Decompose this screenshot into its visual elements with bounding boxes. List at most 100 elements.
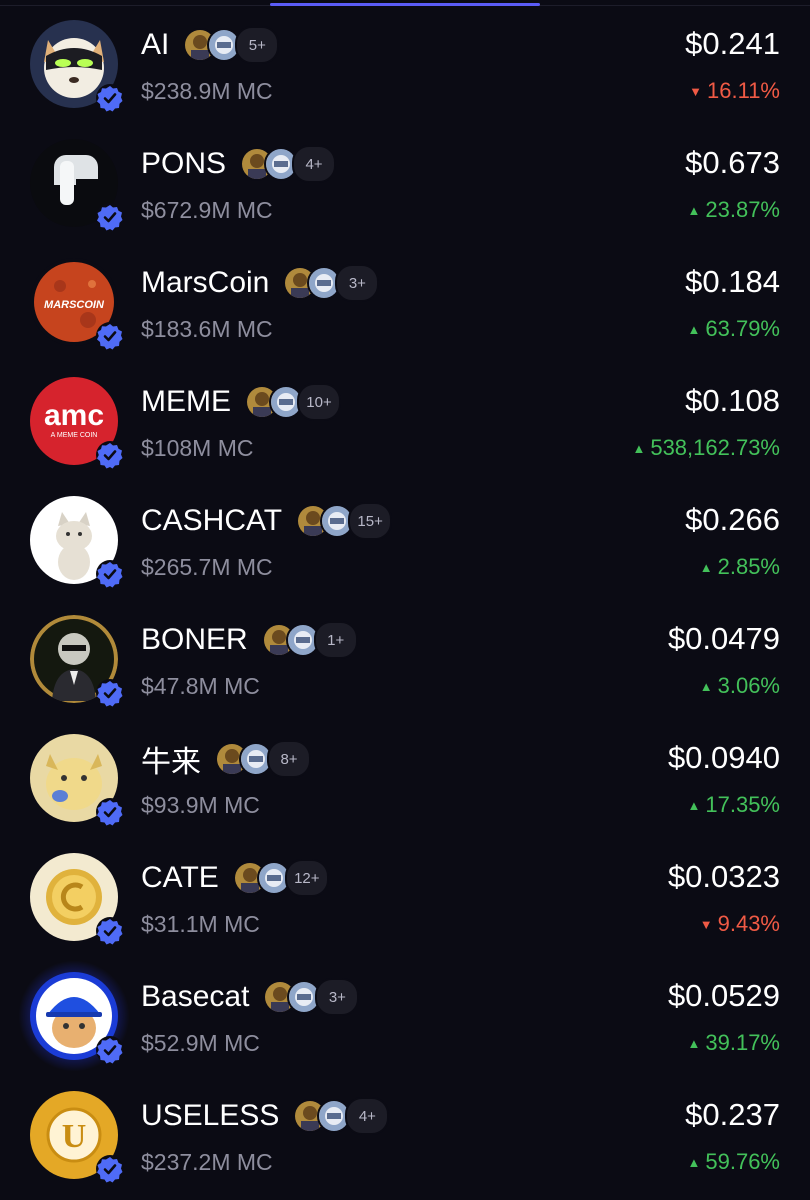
price-change: ▲ 59.76% xyxy=(688,1149,781,1175)
holders-more-count: 4+ xyxy=(292,145,337,183)
market-cap: $183.6M MC xyxy=(141,316,273,342)
verified-badge-icon xyxy=(96,441,124,469)
holder-avatars[interactable]: 3+ xyxy=(283,264,380,302)
market-cap: $52.9M MC xyxy=(141,1030,260,1056)
token-row[interactable]: MARSCOIN MarsCoin 3+ $183.6M MC $0.184 ▲… xyxy=(0,244,810,363)
price-change: ▲ 23.87% xyxy=(688,197,781,223)
holders-more-count: 4+ xyxy=(345,1097,390,1135)
token-price: $0.673 xyxy=(685,145,780,180)
verified-badge-icon xyxy=(96,322,124,350)
change-arrow-icon: ▼ xyxy=(699,916,713,932)
holder-avatars[interactable]: 10+ xyxy=(245,383,341,421)
market-cap: $237.2M MC xyxy=(141,1149,273,1175)
svg-text:A MEME COIN: A MEME COIN xyxy=(51,432,98,439)
change-percent: 39.17% xyxy=(705,1030,780,1055)
verified-badge-icon xyxy=(96,798,124,826)
svg-text:U: U xyxy=(62,1118,87,1155)
price-change: ▼ 16.11% xyxy=(689,78,780,104)
change-arrow-icon: ▲ xyxy=(687,1035,701,1051)
token-price: $0.237 xyxy=(685,1097,780,1132)
token-row[interactable]: CATE 12+ $31.1M MC $0.0323 ▼ 9.43% xyxy=(0,839,810,958)
verified-badge-icon xyxy=(96,203,124,231)
verified-badge-icon xyxy=(96,1155,124,1183)
verified-badge-icon xyxy=(96,679,124,707)
verified-badge-icon xyxy=(96,1036,124,1064)
holder-avatars[interactable]: 4+ xyxy=(240,145,337,183)
token-name: MarsCoin xyxy=(141,266,270,299)
token-name: 牛来 xyxy=(141,746,201,779)
change-arrow-icon: ▼ xyxy=(689,83,703,99)
holders-more-count: 12+ xyxy=(284,859,329,897)
token-row[interactable]: 牛来 8+ $93.9M MC $0.0940 ▲ 17.35% xyxy=(0,720,810,839)
change-percent: 538,162.73% xyxy=(650,435,780,460)
change-percent: 9.43% xyxy=(717,911,780,936)
token-price: $0.266 xyxy=(685,502,780,537)
price-change: ▲ 63.79% xyxy=(688,316,781,342)
price-change: ▲ 2.85% xyxy=(700,554,780,580)
token-price: $0.0323 xyxy=(667,859,780,894)
holders-more-count: 5+ xyxy=(235,26,280,64)
holder-avatars[interactable]: 15+ xyxy=(296,502,393,540)
change-arrow-icon: ▲ xyxy=(687,321,701,337)
holder-avatars[interactable]: 4+ xyxy=(293,1097,390,1135)
token-avatar[interactable] xyxy=(30,496,124,588)
token-price: $0.108 xyxy=(685,383,780,418)
holders-more-count: 1+ xyxy=(313,621,358,659)
holders-more-count: 8+ xyxy=(267,740,311,778)
market-cap: $47.8M MC xyxy=(141,673,260,699)
change-arrow-icon: ▲ xyxy=(699,678,713,694)
holder-avatars[interactable]: 5+ xyxy=(183,26,280,64)
token-name: USELESS xyxy=(141,1099,280,1132)
market-cap: $108M MC xyxy=(141,435,254,461)
change-arrow-icon: ▲ xyxy=(687,1154,701,1170)
token-name: Basecat xyxy=(141,980,250,1013)
token-price: $0.241 xyxy=(685,26,780,61)
token-name: CATE xyxy=(141,861,219,894)
token-avatar[interactable] xyxy=(30,615,124,707)
price-change: ▲ 538,162.73% xyxy=(632,435,780,461)
change-percent: 17.35% xyxy=(705,792,780,817)
token-row[interactable]: AI 5+ $238.9M MC $0.241 ▼ 16.11% xyxy=(0,6,810,125)
price-change: ▲ 17.35% xyxy=(688,792,781,818)
change-arrow-icon: ▲ xyxy=(687,202,701,218)
change-percent: 59.76% xyxy=(705,1149,780,1174)
token-row[interactable]: BONER 1+ $47.8M MC $0.0479 ▲ 3.06% xyxy=(0,601,810,720)
token-avatar[interactable] xyxy=(30,853,124,945)
token-avatar[interactable]: MARSCOIN xyxy=(30,258,124,350)
verified-badge-icon xyxy=(96,917,124,945)
price-change: ▲ 39.17% xyxy=(688,1030,781,1056)
change-percent: 2.85% xyxy=(717,554,780,579)
change-percent: 16.11% xyxy=(707,78,780,103)
price-change: ▼ 9.43% xyxy=(700,911,780,937)
price-change: ▲ 3.06% xyxy=(700,673,780,699)
token-avatar[interactable] xyxy=(18,960,130,1072)
token-row[interactable]: U USELESS 4+ $237.2M MC $0.237 ▲ 59.76% xyxy=(0,1077,810,1196)
holder-avatars[interactable]: 3+ xyxy=(263,978,360,1016)
change-percent: 3.06% xyxy=(717,673,780,698)
holder-avatars[interactable]: 8+ xyxy=(215,740,311,778)
change-arrow-icon: ▲ xyxy=(687,797,701,813)
token-avatar[interactable]: U xyxy=(30,1091,124,1183)
market-cap: $238.9M MC xyxy=(141,78,273,104)
token-price: $0.0479 xyxy=(667,621,780,656)
verified-badge-icon xyxy=(96,84,124,112)
holder-avatars[interactable]: 1+ xyxy=(261,621,358,659)
token-row[interactable]: PONS 4+ $672.9M MC $0.673 ▲ 23.87% xyxy=(0,125,810,244)
token-row[interactable]: CASHCAT 15+ $265.7M MC $0.266 ▲ 2.85% xyxy=(0,482,810,601)
verified-badge-icon xyxy=(96,560,124,588)
market-cap: $265.7M MC xyxy=(141,554,273,580)
token-list: AI 5+ $238.9M MC $0.241 ▼ 16.11% PONS 4+… xyxy=(0,6,810,1196)
token-name: BONER xyxy=(141,623,248,656)
token-row[interactable]: Basecat 3+ $52.9M MC $0.0529 ▲ 39.17% xyxy=(0,958,810,1077)
token-avatar[interactable] xyxy=(30,139,124,231)
holders-more-count: 10+ xyxy=(297,383,341,421)
token-name: MEME xyxy=(141,385,231,418)
token-avatar[interactable] xyxy=(30,20,124,112)
holders-more-count: 3+ xyxy=(315,978,360,1016)
holder-avatars[interactable]: 12+ xyxy=(232,859,329,897)
token-price: $0.0529 xyxy=(667,978,780,1013)
token-avatar[interactable]: amc A MEME COIN xyxy=(30,377,124,469)
change-arrow-icon: ▲ xyxy=(632,440,646,456)
token-avatar[interactable] xyxy=(30,734,124,826)
token-row[interactable]: amc A MEME COIN MEME 10+ $108M MC $0.108… xyxy=(0,363,810,482)
